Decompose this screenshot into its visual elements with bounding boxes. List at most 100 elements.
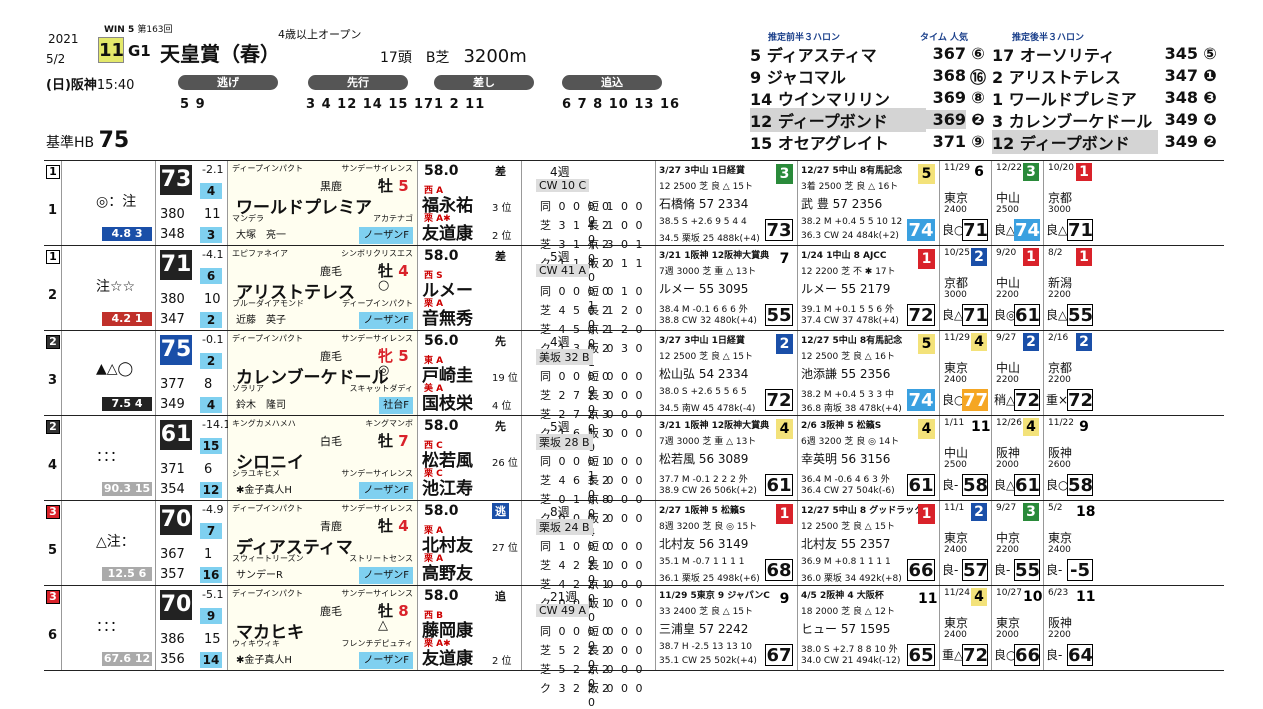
forecast-back-rank: ❸ <box>1203 88 1217 107</box>
forecast-back-time: 345 <box>1164 44 1198 63</box>
odds-badge: 67.6 12 <box>102 652 152 666</box>
horse-cell[interactable]: ディープインパクト サンデーサイレンス 鹿毛 牝 5 カレンブーケドール ◎ ソ… <box>228 331 418 415</box>
past-race-weight: 34.5 南W 45 478k(-4) <box>659 404 756 414</box>
coat-color: 黒鹿 <box>320 180 342 193</box>
trainer-name[interactable]: 友道康 <box>422 644 473 669</box>
front-3f-rank: 15 <box>204 632 221 647</box>
horse-row[interactable]: 2 4 ：：： 90.3 15 61 -14.1 15 371 6 354 12… <box>44 416 1224 539</box>
horse-row[interactable]: 3 6 ：：： 67.6 12 70 -5.1 9 386 15 356 14 … <box>44 586 1224 709</box>
forecast-front-row: 14 ウインマリリン 369 ⑧ <box>750 88 990 109</box>
past-race-info: 12 2500 芝 良 △ 16ト <box>801 352 896 362</box>
gate-cell: 1 2 <box>44 246 62 330</box>
training-info: 美坂 32 B <box>536 349 593 365</box>
run-style: 追 <box>495 590 506 603</box>
horse-row[interactable]: 2 3 ▲△◯ 7.5 4 75 -0.1 2 377 8 349 4 ディープ… <box>44 331 1224 454</box>
older-race-venue: 阪神 <box>1048 616 1073 630</box>
past-race-title: 2/27 1阪神 5 松籟S <box>659 506 746 516</box>
forecast-front-name: 12 ディープボンド <box>750 107 926 132</box>
front-3f: 367 <box>160 547 185 562</box>
past-race-weight: 36.1 栗坂 25 498k(+6) <box>659 574 760 584</box>
race-condition: 4歳以上オープン <box>278 28 362 41</box>
training-info: CW 49 A <box>536 604 590 617</box>
past-race-score: 74 <box>907 389 935 411</box>
older-race-distance: 2200 <box>996 545 1019 555</box>
past-race-past1: 3/21 1阪神 12阪神大賞典 7 7週 3000 芝 重 △ 13ト ルメー… <box>656 246 798 330</box>
rating-rank: 15 <box>200 438 222 454</box>
style-horses-senko: 3 4 12 14 15 17 <box>306 97 435 112</box>
horse-cell[interactable]: キングカメハメハ キングマンボ 白毛 牡 7 シロニイ シラユキヒメ サンデーサ… <box>228 416 418 500</box>
past-race-past1: 3/27 3中山 1日経賞 2 12 2500 芝 良 △ 15ト 松山弘 54… <box>656 331 798 415</box>
run-style: 逃 <box>492 503 509 519</box>
dam-name: ブルーダイアモンド <box>232 299 304 308</box>
horse-row[interactable]: 3 5 △注： 12.5 6 70 -4.9 7 367 1 357 16 ディ… <box>44 501 1224 624</box>
horse-mark: △ <box>378 618 388 633</box>
forecast-back-row: 2 アリストテレス 347 ❶ <box>992 66 1222 87</box>
record-cell: 5週 栗坂 28 B 同 0 0 0 1 短 0 0 0 1芝 4 6 3 2 … <box>522 416 656 539</box>
carried-weight: 58.0 <box>424 163 459 179</box>
older-race-distance: 3000 <box>944 290 967 300</box>
older-race-distance: 2400 <box>944 375 967 385</box>
past-race-finish: 4 <box>776 419 793 439</box>
past-race-jockey-time: 石橋脩 57 2334 <box>659 197 749 211</box>
older-race-distance: 2200 <box>1048 375 1071 385</box>
horse-cell[interactable]: エピファネイア シンボリクリスエス 鹿毛 牡 4 アリストテレス ○ ブルーダイ… <box>228 246 418 330</box>
sire-name: キングカメハメハ <box>232 419 296 428</box>
jockey-cell: 56.0 先 東 A 戸崎圭 19 位 美 A 国枝栄 4 位 <box>418 331 522 415</box>
farm-name: ノーザンF <box>359 312 413 329</box>
trainer-name[interactable]: 友道康 <box>422 219 473 244</box>
gate-cell: 1 1 <box>44 161 62 245</box>
jockey-position: 19 位 <box>492 373 518 384</box>
record-block: 同 0 0 0 1 短 0 0 0 1芝 4 6 3 2 長 0 0 0 0芝 … <box>522 450 655 539</box>
breeder-name: サンデーR <box>236 570 283 581</box>
forecast-back-name: 3 カレンブーケドール <box>992 111 1153 131</box>
race-title: 天皇賞（春） <box>160 42 280 66</box>
damsire-name: アカテナゴ <box>373 214 413 223</box>
older-race-finish: 10 <box>1023 588 1043 606</box>
forecast-front-rank: ⑥ <box>971 44 985 63</box>
sex-age: 牡 4 <box>378 517 409 535</box>
horse-row[interactable]: 1 2 注☆☆ 4.2 1 71 -4.1 6 380 10 347 2 エピフ… <box>44 246 1224 369</box>
past-race-info: 6週 3200 芝 良 ◎ 14ト <box>801 437 900 447</box>
older-race-date: 10/27 <box>996 588 1022 598</box>
damsire-name: ディープインパクト <box>342 299 413 308</box>
rating-cell: 71 -4.1 6 380 10 347 2 <box>156 246 228 330</box>
horse-row[interactable]: 1 1 ◎：注 4.8 3 73 -2.1 4 380 11 348 3 ディー… <box>44 161 1224 284</box>
sire-name: ディープインパクト <box>232 504 303 513</box>
older-race-condition: 良△ <box>942 308 964 322</box>
trainer-name[interactable]: 国枝栄 <box>422 389 473 414</box>
back-3f-rank: 16 <box>200 567 222 583</box>
horse-cell[interactable]: ディープインパクト サンデーサイレンス 青鹿 牡 4 ディアスティマ スウィート… <box>228 501 418 585</box>
horse-cell[interactable]: ディープインパクト サンデーサイレンス 鹿毛 牡 8 マカヒキ △ ウィキウィキ… <box>228 586 418 670</box>
forecast-front-time: 371 <box>932 132 966 151</box>
back-3f: 357 <box>160 567 185 582</box>
forecast-front-row: 5 ディアスティマ 367 ⑥ <box>750 44 990 65</box>
older-race-distance: 2600 <box>1048 460 1071 470</box>
trainer-name[interactable]: 高野友 <box>422 559 473 584</box>
damsire-name: フレンチデピュティ <box>341 639 413 648</box>
horse-mark: ◎ <box>378 363 390 378</box>
forecast-back-name: 1 ワールドプレミア <box>992 89 1137 109</box>
weeks-since: 8週 <box>550 505 570 519</box>
forecast-front-time: 369 <box>932 88 966 107</box>
past-race-weight: 36.4 CW 27 504k(-6) <box>801 486 895 496</box>
past-race-title: 12/27 5中山 8有馬記念 <box>801 336 903 346</box>
carried-weight: 58.0 <box>424 418 459 434</box>
trainer-position: 2 位 <box>492 656 512 667</box>
older-race-date: 8/2 <box>1048 248 1063 258</box>
carried-weight: 56.0 <box>424 333 459 349</box>
race-header: 2021 5/2 WIN 5 第163回 11 G1 天皇賞（春） 4歳以上オー… <box>0 0 1263 160</box>
trainer-name[interactable]: 池江寿 <box>422 474 473 499</box>
older-race-venue: 東京 <box>1048 531 1073 545</box>
past-race-weight: 38.8 CW 32 480k(+4) <box>659 316 757 326</box>
past-race-past2: 12/27 5中山 8 グッドラック 1 12 2500 芝 良 △ 15ト 北… <box>798 501 940 585</box>
past-race-title: 2/6 3阪神 5 松籟S <box>801 421 882 431</box>
record-block: 同 1 0 0 0 短 0 0 0 0芝 4 2 2 1 長 0 0 0 0芝 … <box>522 535 655 624</box>
trainer-name[interactable]: 音無秀 <box>422 304 473 329</box>
rating-rank: 2 <box>200 353 222 369</box>
bms-name: サンデーサイレンス <box>341 589 413 598</box>
older-race-finish: 2 <box>971 248 987 266</box>
past-race-pace: 38.0 S +2.7 8 8 10 外 <box>801 645 898 655</box>
horse-cell[interactable]: ディープインパクト サンデーサイレンス 黒鹿 牡 5 ワールドプレミア マンデラ… <box>228 161 418 245</box>
past-race-finish: 2 <box>776 334 793 354</box>
rating-rank: 7 <box>200 523 222 539</box>
